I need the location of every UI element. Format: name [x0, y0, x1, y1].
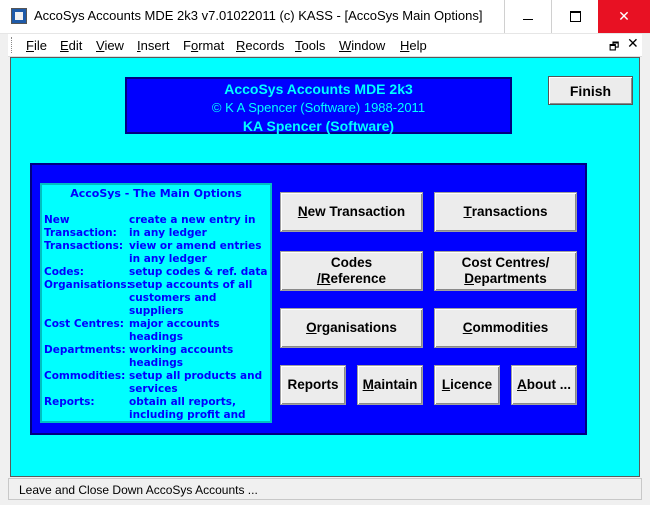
menu-view[interactable]: View	[96, 38, 124, 53]
maximize-icon	[569, 11, 581, 22]
header-app-name: AccoSys Accounts MDE 2k3	[224, 81, 413, 97]
menu-format[interactable]: Format	[183, 38, 224, 53]
cost-centres-departments-button[interactable]: Cost Centres/ Departments	[434, 251, 577, 291]
maximize-button[interactable]	[551, 0, 598, 33]
about-button[interactable]: About ...	[511, 365, 577, 405]
help-row: in any ledger	[129, 253, 207, 265]
finish-button[interactable]: Finish	[548, 76, 633, 105]
help-row: Transactions: view or amend entries	[44, 240, 262, 252]
child-close-icon[interactable]: ✕	[627, 35, 639, 52]
menu-tools[interactable]: Tools	[295, 38, 325, 53]
main-options-form: AccoSys Accounts MDE 2k3 © K A Spencer (…	[10, 57, 640, 477]
organisations-button[interactable]: Organisations	[280, 308, 423, 348]
menu-insert[interactable]: Insert	[137, 38, 170, 53]
help-row: Codes: setup codes & ref. data	[44, 266, 268, 278]
reports-button[interactable]: Reports	[280, 365, 346, 405]
menu-file[interactable]: File	[26, 38, 47, 53]
codes-reference-button[interactable]: Codes /Reference	[280, 251, 423, 291]
help-row: customers and suppliers	[129, 292, 217, 317]
help-row: headings	[129, 357, 184, 369]
transactions-button[interactable]: Transactions	[434, 192, 577, 232]
help-row: Cost Centres: major accounts headings	[44, 318, 220, 343]
menu-edit[interactable]: Edit	[60, 38, 82, 53]
status-text: Leave and Close Down AccoSys Accounts ..…	[19, 483, 258, 497]
licence-button[interactable]: Licence	[434, 365, 500, 405]
maintain-button[interactable]: Maintain	[357, 365, 423, 405]
app-icon[interactable]	[11, 8, 27, 24]
status-bar: Leave and Close Down AccoSys Accounts ..…	[8, 478, 642, 500]
options-panel: AccoSys - The Main Options New create a n…	[30, 163, 587, 435]
menu-bar: File Edit View Insert Format Records Too…	[8, 34, 642, 57]
title-bar: AccoSys Accounts MDE 2k3 v7.01022011 (c)…	[0, 0, 650, 34]
help-row: Departments: working accounts	[44, 344, 234, 356]
header-banner: AccoSys Accounts MDE 2k3 © K A Spencer (…	[125, 77, 512, 134]
menu-grip	[11, 37, 15, 53]
commodities-button[interactable]: Commodities	[434, 308, 577, 348]
help-row: Organisations: setup accounts of all	[44, 279, 253, 291]
minimize-icon	[523, 19, 533, 20]
close-icon: ✕	[618, 8, 630, 24]
help-list: New create a new entry in Transaction: in…	[44, 214, 268, 435]
header-copyright: © K A Spencer (Software) 1988-2011	[211, 100, 426, 115]
menu-window[interactable]: Window	[339, 38, 385, 53]
help-box: AccoSys - The Main Options New create a n…	[40, 183, 272, 434]
help-row: services	[129, 383, 178, 395]
help-row: including profit and loss	[129, 409, 246, 434]
menu-help[interactable]: Help	[400, 38, 427, 53]
window-title: AccoSys Accounts MDE 2k3 v7.01022011 (c)…	[34, 8, 483, 23]
minimize-button[interactable]	[504, 0, 551, 33]
help-row: Reports: obtain all reports,	[44, 396, 236, 408]
header-company: KA Spencer (Software)	[242, 118, 395, 134]
new-transaction-button[interactable]: New Transaction	[280, 192, 423, 232]
help-row: Transaction: in any ledger	[44, 227, 207, 239]
restore-icon[interactable]: 🗗	[609, 38, 619, 57]
help-row: New create a new entry in	[44, 214, 256, 226]
menu-records[interactable]: Records	[236, 38, 284, 53]
help-title: AccoSys - The Main Options	[70, 187, 242, 200]
help-row: Commodities: setup all products and	[44, 370, 263, 382]
close-button[interactable]: ✕	[598, 0, 650, 33]
